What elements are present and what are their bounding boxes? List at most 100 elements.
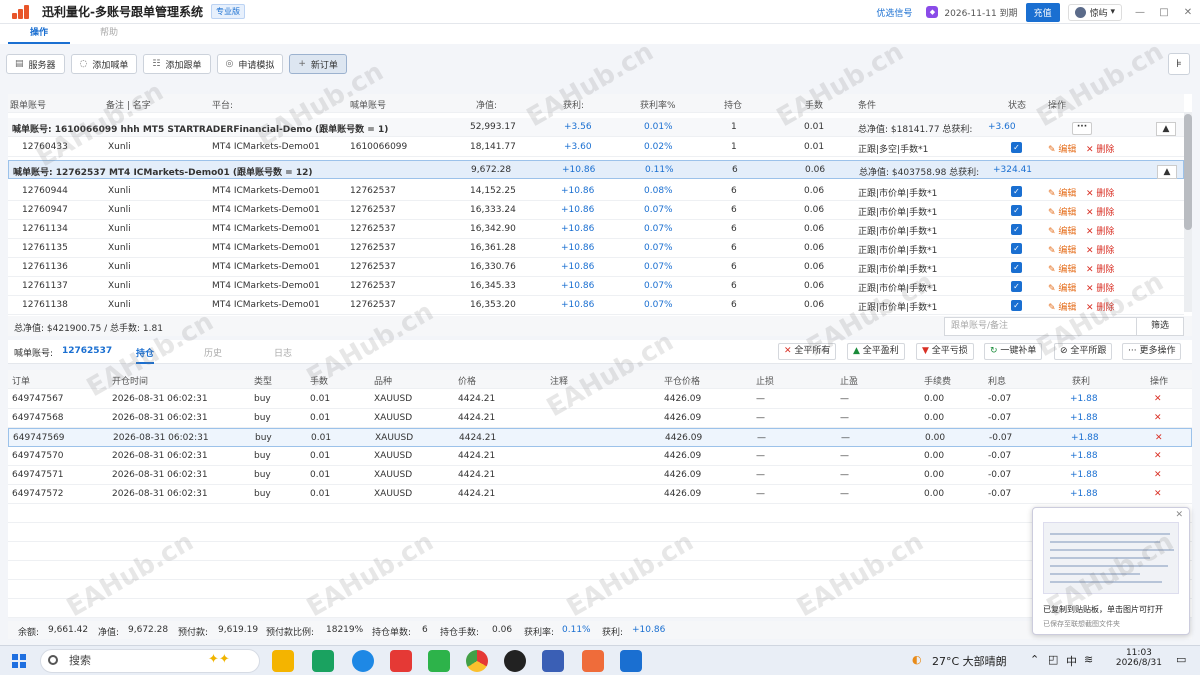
recharge-button[interactable]: 充值	[1025, 2, 1060, 22]
minimize-icon[interactable]: —	[1128, 7, 1152, 18]
collapse-icon[interactable]: ▲	[1157, 165, 1177, 179]
clock[interactable]: 11:03 2026/8/31	[1116, 648, 1162, 668]
close-order-icon[interactable]: ✕	[1154, 394, 1162, 404]
close-icon[interactable]: ✕	[1176, 7, 1200, 18]
store-icon[interactable]	[312, 650, 334, 672]
wps-icon[interactable]	[390, 650, 412, 672]
follower-row[interactable]: 12761135 Xunli MT4 ICMarkets-Demo01 1276253…	[8, 239, 1184, 258]
delete-button[interactable]: ✕ 删除	[1086, 300, 1114, 313]
edit-button[interactable]: ✎ 编辑	[1048, 224, 1076, 237]
delete-button[interactable]: ✕ 删除	[1086, 142, 1114, 155]
file-explorer-icon[interactable]	[272, 650, 294, 672]
order-lots: 0.01	[310, 489, 331, 499]
status-checkbox[interactable]: ✓	[1011, 243, 1022, 254]
order-stop-loss: —	[756, 394, 765, 404]
position-row[interactable]: 649747571 2026-08-31 06:02:31 buy 0.01 XAUUS…	[8, 466, 1192, 485]
tab-history[interactable]: 历史	[204, 346, 222, 359]
language-indicator[interactable]: 中	[1066, 653, 1077, 669]
edit-button[interactable]: ✎ 编辑	[1048, 205, 1076, 218]
delete-button[interactable]: ✕ 删除	[1086, 205, 1114, 218]
close-loss-button[interactable]: ▼ 全平亏损	[916, 343, 974, 360]
status-checkbox[interactable]: ✓	[1011, 281, 1022, 292]
more-actions-button[interactable]: ··· 更多操作	[1122, 343, 1182, 360]
apply-demo-button[interactable]: ◎ 申请模拟	[216, 54, 284, 74]
toast-close-icon[interactable]: ✕	[1175, 510, 1183, 520]
follower-row[interactable]: 12761138 Xunli MT4 ICMarkets-Demo01 1276253…	[8, 296, 1184, 315]
status-checkbox[interactable]: ✓	[1011, 205, 1022, 216]
edit-button[interactable]: ✎ 编辑	[1048, 300, 1076, 313]
remote-desktop-icon[interactable]	[542, 650, 564, 672]
status-checkbox[interactable]: ✓	[1011, 186, 1022, 197]
scrollbar-thumb[interactable]	[1184, 114, 1192, 230]
position-row[interactable]: 649747572 2026-08-31 06:02:31 buy 0.01 XAUUS…	[8, 485, 1192, 504]
master-group-row-selected[interactable]: 喊单账号: 12762537 MT4 ICMarkets-Demo01 (跟单账…	[8, 160, 1184, 179]
tab-log[interactable]: 日志	[274, 346, 292, 359]
delete-button[interactable]: ✕ 删除	[1086, 186, 1114, 199]
position-row[interactable]: 649747567 2026-08-31 06:02:31 buy 0.01 XAUUS…	[8, 390, 1192, 409]
delete-button[interactable]: ✕ 删除	[1086, 243, 1114, 256]
maximize-icon[interactable]: □	[1152, 7, 1176, 18]
signal-link[interactable]: 优选信号	[876, 6, 912, 19]
follower-rate: 0.07%	[644, 224, 673, 234]
qq-icon[interactable]	[504, 650, 526, 672]
add-master-button[interactable]: ◌ 添加喊单	[70, 54, 138, 74]
close-all-button[interactable]: ✕ 全平所有	[778, 343, 837, 360]
status-checkbox[interactable]: ✓	[1011, 224, 1022, 235]
collapse-icon[interactable]: ▲	[1156, 122, 1176, 136]
tab-positions[interactable]: 持仓	[136, 346, 155, 364]
add-follower-button[interactable]: ☷ 添加跟单	[143, 54, 211, 74]
position-row[interactable]: 649747569 2026-08-31 06:02:31 buy 0.01 XAUUS…	[8, 428, 1192, 447]
status-checkbox[interactable]: ✓	[1011, 300, 1022, 311]
close-order-icon[interactable]: ✕	[1154, 451, 1162, 461]
close-order-icon[interactable]: ✕	[1154, 470, 1162, 480]
delete-button[interactable]: ✕ 删除	[1086, 262, 1114, 275]
status-checkbox[interactable]: ✓	[1011, 142, 1022, 153]
filter-button[interactable]: 筛选	[1136, 317, 1184, 336]
position-row[interactable]: 649747568 2026-08-31 06:02:31 buy 0.01 XAUUS…	[8, 409, 1192, 428]
server-button[interactable]: ▤ 服务器	[6, 54, 65, 74]
status-checkbox[interactable]: ✓	[1011, 262, 1022, 273]
wifi-icon[interactable]: ≋	[1084, 653, 1093, 666]
fill-orders-button[interactable]: ↻ 一键补单	[984, 343, 1043, 360]
follow-app-icon[interactable]	[620, 650, 642, 672]
edit-button[interactable]: ✎ 编辑	[1048, 243, 1076, 256]
follower-row[interactable]: 12760433 Xunli MT4 ICMarkets-Demo01 1610…	[8, 138, 1184, 157]
edit-button[interactable]: ✎ 编辑	[1048, 262, 1076, 275]
follower-row[interactable]: 12761136 Xunli MT4 ICMarkets-Demo01 1276253…	[8, 258, 1184, 277]
close-order-icon[interactable]: ✕	[1154, 489, 1162, 499]
chevron-up-icon[interactable]: ⌃	[1030, 653, 1039, 666]
more-button[interactable]: ···	[1072, 122, 1092, 135]
edit-button[interactable]: ✎ 编辑	[1048, 281, 1076, 294]
close-order-icon[interactable]: ✕	[1155, 433, 1163, 443]
close-profit-button[interactable]: ▲ 全平盈利	[847, 343, 905, 360]
close-order-icon[interactable]: ✕	[1154, 413, 1162, 423]
delete-button[interactable]: ✕ 删除	[1086, 281, 1114, 294]
tab-operate[interactable]: 操作	[8, 24, 70, 44]
follower-row[interactable]: 12761134 Xunli MT4 ICMarkets-Demo01 1276253…	[8, 220, 1184, 239]
follower-condition: 正跟|市价单|手数*1	[858, 284, 938, 294]
filter-input[interactable]: 跟单账号/备注	[944, 317, 1140, 336]
user-menu[interactable]: 惊屿 ▾	[1067, 3, 1122, 21]
side-panel-icon[interactable]: ⊧	[1168, 53, 1190, 75]
chrome-icon[interactable]	[466, 650, 488, 672]
follower-row[interactable]: 12760947 Xunli MT4 ICMarkets-Demo01 1276253…	[8, 201, 1184, 220]
follower-row[interactable]: 12760944 Xunli MT4 ICMarkets-Demo01 1276253…	[8, 182, 1184, 201]
master-group-row[interactable]: 喊单账号: 1610066099 hhh MT5 STARTRADERFinan…	[8, 118, 1184, 137]
delete-button[interactable]: ✕ 删除	[1086, 224, 1114, 237]
media-app-icon[interactable]	[582, 650, 604, 672]
edit-button[interactable]: ✎ 编辑	[1048, 186, 1076, 199]
notification-icon[interactable]: ▭	[1176, 653, 1186, 666]
tab-help[interactable]: 帮助	[78, 24, 140, 44]
position-row[interactable]: 649747570 2026-08-31 06:02:31 buy 0.01 XAUUS…	[8, 447, 1192, 466]
follower-row[interactable]: 12761137 Xunli MT4 ICMarkets-Demo01 1276253…	[8, 277, 1184, 296]
new-order-button[interactable]: + 新订单	[289, 54, 347, 74]
group-total-profit: +3.60	[988, 122, 1016, 132]
edit-button[interactable]: ✎ 编辑	[1048, 142, 1076, 155]
keyboard-icon[interactable]: ◰	[1048, 653, 1058, 666]
screenshot-toast[interactable]: ✕ 已复制到贴贴板，单击图片可打开 已保存至联想截图文件夹	[1032, 507, 1190, 635]
wechat-icon[interactable]	[428, 650, 450, 672]
windows-start-icon[interactable]	[12, 654, 26, 668]
edge-browser-icon[interactable]	[352, 650, 374, 672]
screenshot-thumbnail[interactable]	[1043, 522, 1179, 594]
close-followed-button[interactable]: ⊘ 全平所跟	[1054, 343, 1113, 360]
